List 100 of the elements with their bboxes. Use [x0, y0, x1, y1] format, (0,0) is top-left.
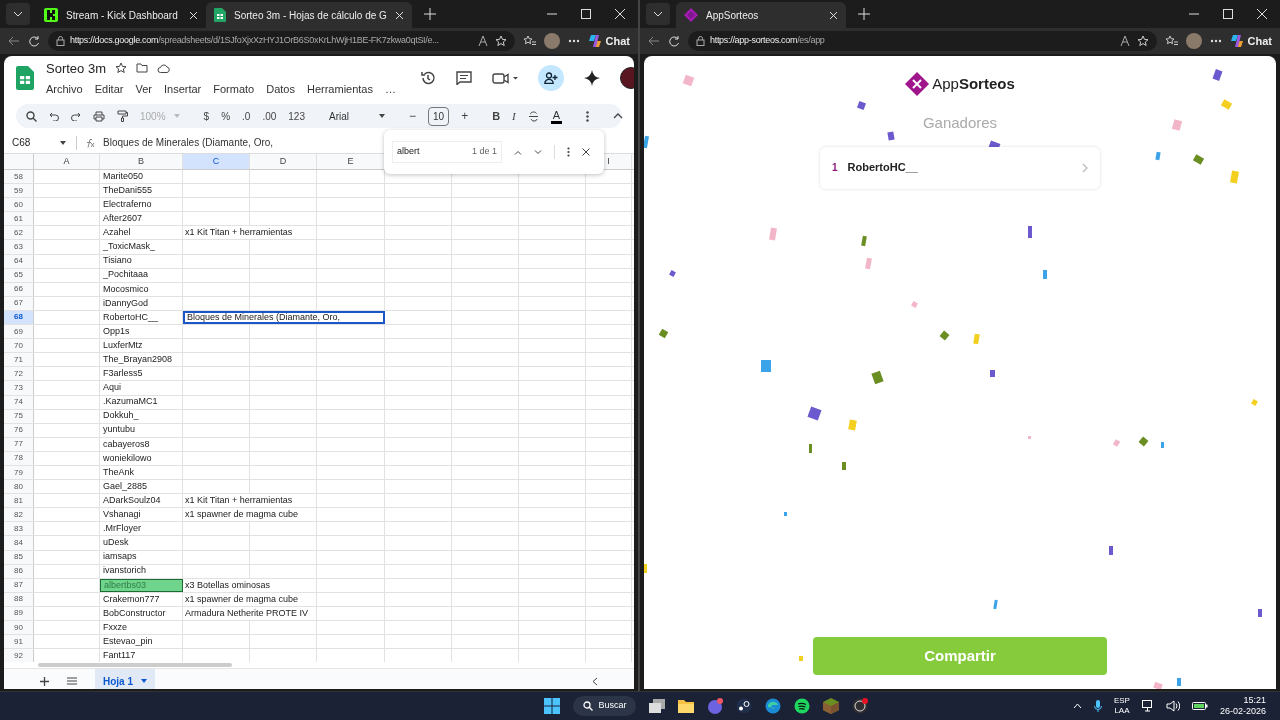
- row-number[interactable]: 83: [4, 522, 34, 536]
- folder-icon[interactable]: [678, 699, 695, 713]
- menu-item[interactable]: …: [385, 81, 396, 98]
- row-number[interactable]: 58: [4, 170, 34, 184]
- row-number[interactable]: 91: [4, 635, 34, 649]
- folder-icon[interactable]: [136, 63, 148, 74]
- video-call-icon[interactable]: [492, 72, 518, 84]
- browser-tab[interactable]: Stream - Kick Dashboard: [36, 2, 206, 28]
- sheet-list-icon[interactable]: [67, 677, 77, 685]
- percent-button[interactable]: %: [221, 108, 231, 124]
- strikethrough-icon[interactable]: [527, 110, 539, 122]
- row-number[interactable]: 80: [4, 480, 34, 494]
- back-arrow-icon[interactable]: [8, 35, 20, 47]
- browser-tab[interactable]: Sorteo 3m - Hojas de cálculo de G: [206, 2, 412, 28]
- menu-item[interactable]: Editar: [94, 81, 124, 98]
- chevron-left-icon[interactable]: [592, 676, 598, 686]
- reload-icon[interactable]: [668, 35, 680, 47]
- row-number[interactable]: 60: [4, 198, 34, 212]
- close-icon[interactable]: [582, 148, 590, 156]
- formula-text[interactable]: Bloques de Minerales (Diamante, Oro,: [103, 135, 274, 150]
- share-button[interactable]: [538, 65, 564, 91]
- sheet-tab[interactable]: Hoja 1: [95, 669, 155, 689]
- name-box[interactable]: C68: [4, 135, 70, 150]
- italic-button[interactable]: I: [512, 107, 516, 125]
- browser-tab[interactable]: AppSorteos: [676, 2, 846, 28]
- column-header[interactable]: C: [183, 154, 250, 169]
- add-sheet-icon[interactable]: [40, 676, 49, 686]
- clock[interactable]: 15:21 26-02-2026: [1219, 695, 1270, 717]
- task-view-icon[interactable]: [649, 699, 666, 713]
- chat-bubble-icon[interactable]: [707, 698, 724, 714]
- collapse-icon[interactable]: [613, 113, 624, 119]
- font-size-field[interactable]: 10: [428, 106, 450, 126]
- row-number[interactable]: 82: [4, 508, 34, 522]
- row-number[interactable]: 59: [4, 184, 34, 198]
- menu-item[interactable]: Ver: [135, 81, 152, 98]
- plus-icon[interactable]: [858, 8, 870, 20]
- speaker-icon[interactable]: [1165, 700, 1180, 712]
- music-circle-icon[interactable]: [794, 698, 811, 714]
- increase-size-button[interactable]: +: [461, 107, 469, 125]
- menu-item[interactable]: Herramientas: [306, 81, 373, 98]
- chat-button[interactable]: Chat: [1229, 32, 1272, 50]
- browser-swirl-icon[interactable]: [765, 698, 782, 714]
- row-number[interactable]: 62: [4, 226, 34, 240]
- font-select[interactable]: Arial: [329, 108, 385, 124]
- reload-icon[interactable]: [28, 35, 40, 47]
- address-bar[interactable]: https://docs.google.com/spreadsheets/d/1SJfoXjxXzHYJ1OrB6S0xKrLhWjH1BE-FK7zkwa0qtSI/e...: [48, 31, 515, 51]
- sparkle-icon[interactable]: [584, 70, 600, 86]
- menu-item[interactable]: Insertar: [163, 81, 202, 98]
- menu-item[interactable]: Formato: [213, 81, 255, 98]
- row-number[interactable]: 73: [4, 381, 34, 395]
- currency-button[interactable]: $: [203, 108, 210, 124]
- history-icon[interactable]: [420, 70, 436, 86]
- document-title[interactable]: Sorteo 3m: [46, 58, 106, 78]
- back-arrow-icon[interactable]: [648, 35, 660, 47]
- row-number[interactable]: 84: [4, 536, 34, 550]
- column-header[interactable]: D: [250, 154, 317, 169]
- battery-icon[interactable]: [1191, 701, 1208, 711]
- plus-icon[interactable]: [423, 8, 436, 20]
- star-icon[interactable]: [115, 62, 127, 75]
- steam-icon[interactable]: [736, 698, 753, 714]
- menu-item[interactable]: Datos: [266, 81, 295, 98]
- search-icon[interactable]: [26, 110, 37, 122]
- row-number[interactable]: 63: [4, 240, 34, 254]
- row-number[interactable]: 90: [4, 621, 34, 635]
- four-squares-icon[interactable]: [544, 698, 561, 714]
- more-icon[interactable]: [1209, 39, 1222, 43]
- winner-card[interactable]: 1 RobertoHC__: [820, 146, 1100, 189]
- microphone-icon[interactable]: [1093, 700, 1102, 712]
- maximize-icon[interactable]: [580, 8, 592, 20]
- more-vertical-icon[interactable]: [586, 110, 590, 122]
- text-color-button[interactable]: A: [550, 108, 563, 124]
- decimal-increase-button[interactable]: .00: [262, 108, 277, 124]
- row-number[interactable]: 70: [4, 339, 34, 353]
- row-number[interactable]: 72: [4, 367, 34, 381]
- favorites-icon[interactable]: [522, 35, 536, 47]
- comment-icon[interactable]: [456, 71, 472, 85]
- maximize-icon[interactable]: [1222, 8, 1234, 20]
- more-icon[interactable]: [567, 39, 580, 43]
- block-icon[interactable]: [823, 698, 840, 714]
- more-vertical-icon[interactable]: [567, 147, 570, 157]
- chat-button[interactable]: Chat: [587, 32, 630, 50]
- row-number[interactable]: 71: [4, 353, 34, 367]
- bold-button[interactable]: B: [492, 107, 501, 125]
- menu-item[interactable]: Archivo: [46, 81, 83, 98]
- row-number[interactable]: 81: [4, 494, 34, 508]
- decrease-size-button[interactable]: −: [409, 107, 416, 125]
- redo-icon[interactable]: [71, 111, 81, 121]
- favorites-icon[interactable]: [1164, 35, 1178, 47]
- row-number[interactable]: 61: [4, 212, 34, 226]
- undo-icon[interactable]: [49, 111, 59, 121]
- row-number[interactable]: 92: [4, 649, 34, 662]
- record-circle-icon[interactable]: [852, 698, 869, 714]
- network-icon[interactable]: [1141, 700, 1154, 712]
- number-format-button[interactable]: 123: [288, 108, 305, 124]
- address-bar[interactable]: https://app-sorteos.com/es/app: [688, 31, 1157, 51]
- spreadsheet-logo-icon[interactable]: [16, 66, 34, 90]
- print-icon[interactable]: [93, 110, 105, 122]
- row-number[interactable]: 69: [4, 325, 34, 339]
- search-button[interactable]: Buscar: [573, 696, 637, 716]
- column-header[interactable]: A: [34, 154, 100, 169]
